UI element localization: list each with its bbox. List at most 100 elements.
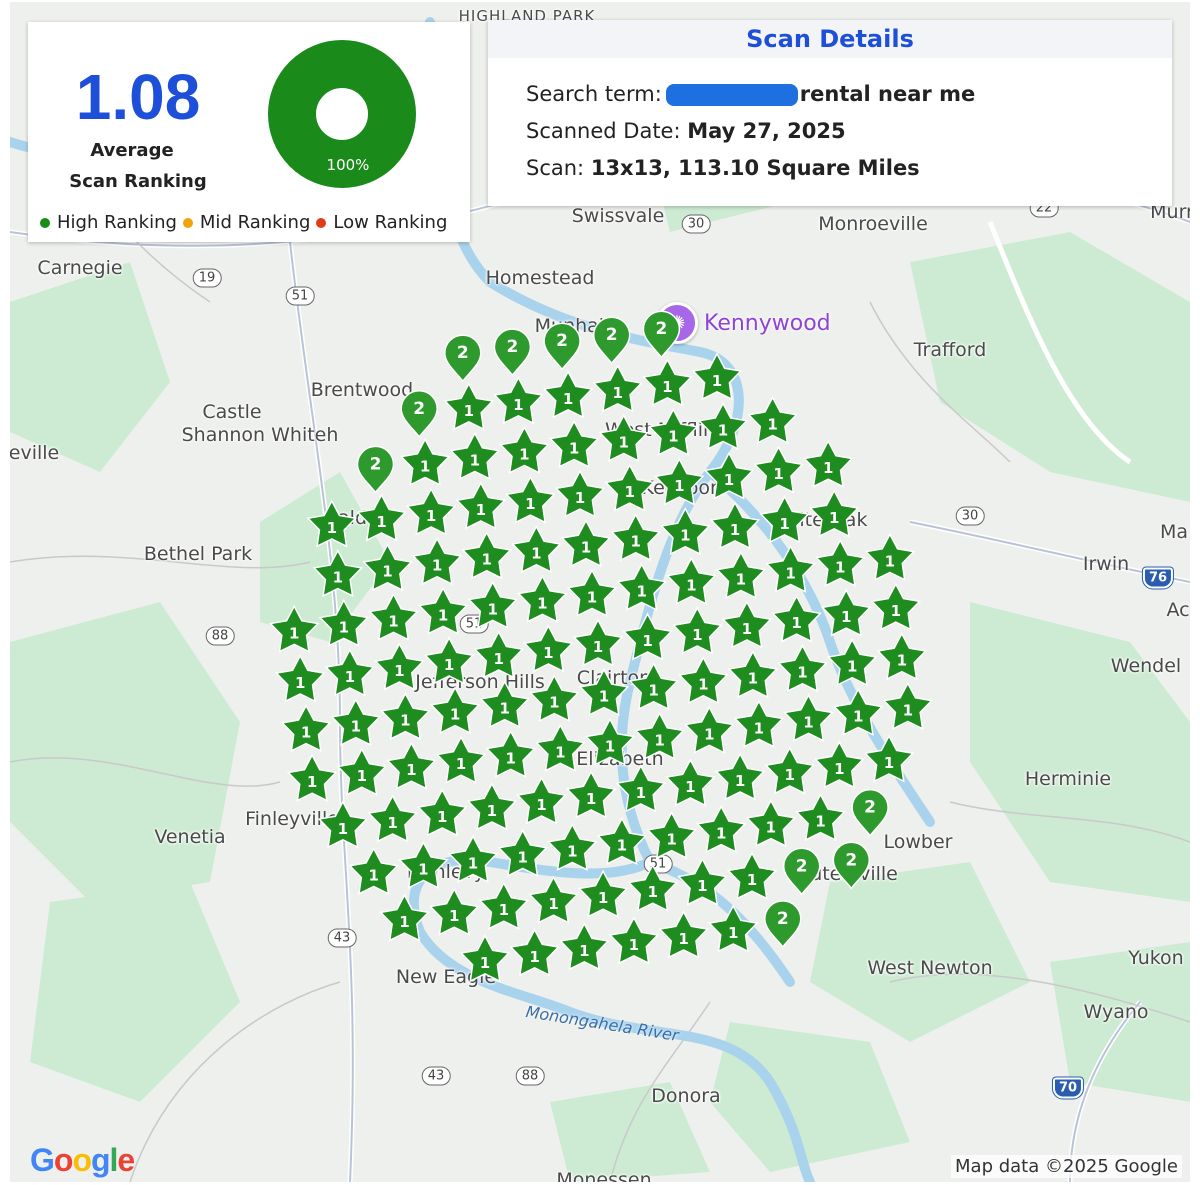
rank-1-star-marker[interactable]: 1 <box>870 582 922 631</box>
rank-1-star-marker[interactable]: 1 <box>659 507 711 556</box>
rank-1-star-marker[interactable]: 1 <box>312 548 364 598</box>
rank-1-star-marker[interactable]: 1 <box>610 513 662 562</box>
rank-1-star-marker[interactable]: 1 <box>665 758 716 807</box>
rank-1-star-marker[interactable]: 1 <box>658 910 709 959</box>
rank-2-pin-marker[interactable]: 2 <box>493 328 532 377</box>
rank-1-star-marker[interactable]: 1 <box>764 746 816 795</box>
rank-1-star-marker[interactable]: 1 <box>317 800 369 849</box>
rank-1-star-marker[interactable]: 1 <box>765 544 816 593</box>
rank-1-star-marker[interactable]: 1 <box>615 764 667 813</box>
rank-1-star-marker[interactable]: 1 <box>727 650 779 699</box>
rank-1-star-marker[interactable]: 1 <box>826 638 878 687</box>
rank-1-star-marker[interactable]: 1 <box>416 788 468 837</box>
rank-1-star-marker[interactable]: 1 <box>478 881 530 930</box>
rank-1-star-marker[interactable]: 1 <box>399 437 451 486</box>
rank-1-star-marker[interactable]: 1 <box>592 364 644 413</box>
rank-2-pin-marker[interactable]: 2 <box>782 847 821 896</box>
rank-1-star-marker[interactable]: 1 <box>528 673 580 723</box>
rank-1-star-marker[interactable]: 1 <box>771 594 822 643</box>
rank-2-pin-marker[interactable]: 2 <box>851 788 889 837</box>
rank-1-star-marker[interactable]: 1 <box>753 445 804 494</box>
rank-2-pin-marker[interactable]: 2 <box>400 390 438 439</box>
rank-1-star-marker[interactable]: 1 <box>398 840 449 890</box>
rank-1-star-marker[interactable]: 1 <box>411 537 463 586</box>
rank-1-star-marker[interactable]: 1 <box>405 487 457 536</box>
rank-1-star-marker[interactable]: 1 <box>560 519 612 568</box>
rank-1-star-marker[interactable]: 1 <box>554 469 606 518</box>
rank-1-star-marker[interactable]: 1 <box>604 463 656 512</box>
rank-1-star-marker[interactable]: 1 <box>745 798 797 848</box>
rank-1-star-marker[interactable]: 1 <box>435 735 487 784</box>
rank-1-star-marker[interactable]: 1 <box>374 642 425 691</box>
rank-1-star-marker[interactable]: 1 <box>628 662 679 711</box>
rank-1-star-marker[interactable]: 1 <box>558 922 610 971</box>
rank-1-star-marker[interactable]: 1 <box>280 703 332 753</box>
rank-1-star-marker[interactable]: 1 <box>423 636 475 685</box>
rank-1-star-marker[interactable]: 1 <box>695 804 747 854</box>
rank-1-star-marker[interactable]: 1 <box>497 828 549 878</box>
rank-1-star-marker[interactable]: 1 <box>777 644 828 693</box>
rank-2-pin-marker[interactable]: 2 <box>592 316 631 365</box>
rank-1-star-marker[interactable]: 1 <box>596 816 648 866</box>
rank-1-star-marker[interactable]: 1 <box>832 687 884 736</box>
rank-1-star-marker[interactable]: 1 <box>627 863 679 912</box>
rank-1-star-marker[interactable]: 1 <box>876 632 928 681</box>
rank-1-star-marker[interactable]: 1 <box>578 667 630 717</box>
rank-1-star-marker[interactable]: 1 <box>783 693 834 742</box>
rank-1-star-marker[interactable]: 1 <box>683 705 735 754</box>
rank-1-star-marker[interactable]: 1 <box>707 904 759 953</box>
rank-1-star-marker[interactable]: 1 <box>733 699 785 748</box>
rank-1-star-marker[interactable]: 1 <box>703 451 755 500</box>
rank-1-star-marker[interactable]: 1 <box>548 419 600 468</box>
rank-1-star-marker[interactable]: 1 <box>429 685 481 735</box>
rank-1-star-marker[interactable]: 1 <box>318 598 370 647</box>
rank-1-star-marker[interactable]: 1 <box>677 656 729 705</box>
rank-1-star-marker[interactable]: 1 <box>306 499 358 548</box>
rank-1-star-marker[interactable]: 1 <box>367 794 418 843</box>
rank-1-star-marker[interactable]: 1 <box>362 543 413 592</box>
rank-1-star-marker[interactable]: 1 <box>665 556 717 605</box>
rank-1-star-marker[interactable]: 1 <box>820 588 872 637</box>
rank-1-star-marker[interactable]: 1 <box>528 875 579 924</box>
rank-1-star-marker[interactable]: 1 <box>653 457 705 506</box>
rank-1-star-marker[interactable]: 1 <box>864 532 916 581</box>
rank-1-star-marker[interactable]: 1 <box>356 493 407 542</box>
rank-1-star-marker[interactable]: 1 <box>473 630 525 679</box>
rank-1-star-marker[interactable]: 1 <box>642 358 693 407</box>
rank-1-star-marker[interactable]: 1 <box>485 729 537 778</box>
rank-1-star-marker[interactable]: 1 <box>747 395 798 445</box>
rank-1-star-marker[interactable]: 1 <box>714 752 766 801</box>
rank-2-pin-marker[interactable]: 2 <box>764 900 802 949</box>
rank-1-star-marker[interactable]: 1 <box>459 934 511 983</box>
rank-1-star-marker[interactable]: 1 <box>386 741 437 790</box>
rank-1-star-marker[interactable]: 1 <box>677 857 728 906</box>
rank-1-star-marker[interactable]: 1 <box>546 822 598 872</box>
rank-2-pin-marker[interactable]: 2 <box>543 322 581 371</box>
rank-1-star-marker[interactable]: 1 <box>709 501 761 550</box>
rank-1-star-marker[interactable]: 1 <box>534 723 586 772</box>
rank-1-star-marker[interactable]: 1 <box>447 834 499 884</box>
rank-1-star-marker[interactable]: 1 <box>542 370 594 419</box>
rank-1-star-marker[interactable]: 1 <box>330 697 382 747</box>
rank-1-star-marker[interactable]: 1 <box>882 681 934 730</box>
rank-1-star-marker[interactable]: 1 <box>461 531 513 580</box>
rank-1-star-marker[interactable]: 1 <box>646 810 697 860</box>
rank-1-star-marker[interactable]: 1 <box>505 475 556 524</box>
rank-1-star-marker[interactable]: 1 <box>493 376 544 425</box>
rank-2-pin-marker[interactable]: 2 <box>832 841 871 890</box>
rank-1-star-marker[interactable]: 1 <box>697 401 749 451</box>
rank-1-star-marker[interactable]: 1 <box>691 352 743 401</box>
rank-1-star-marker[interactable]: 1 <box>566 568 618 617</box>
rank-1-star-marker[interactable]: 1 <box>380 691 431 741</box>
rank-1-star-marker[interactable]: 1 <box>808 489 860 538</box>
rank-1-star-marker[interactable]: 1 <box>516 776 567 825</box>
rank-1-star-marker[interactable]: 1 <box>449 431 501 480</box>
rank-1-star-marker[interactable]: 1 <box>479 679 531 729</box>
rank-1-star-marker[interactable]: 1 <box>368 592 419 641</box>
rank-1-star-marker[interactable]: 1 <box>443 382 495 431</box>
rank-1-star-marker[interactable]: 1 <box>598 413 650 463</box>
rank-1-star-marker[interactable]: 1 <box>523 624 574 673</box>
rank-1-star-marker[interactable]: 1 <box>455 481 507 530</box>
rank-1-star-marker[interactable]: 1 <box>814 538 866 587</box>
rank-1-star-marker[interactable]: 1 <box>622 612 673 661</box>
